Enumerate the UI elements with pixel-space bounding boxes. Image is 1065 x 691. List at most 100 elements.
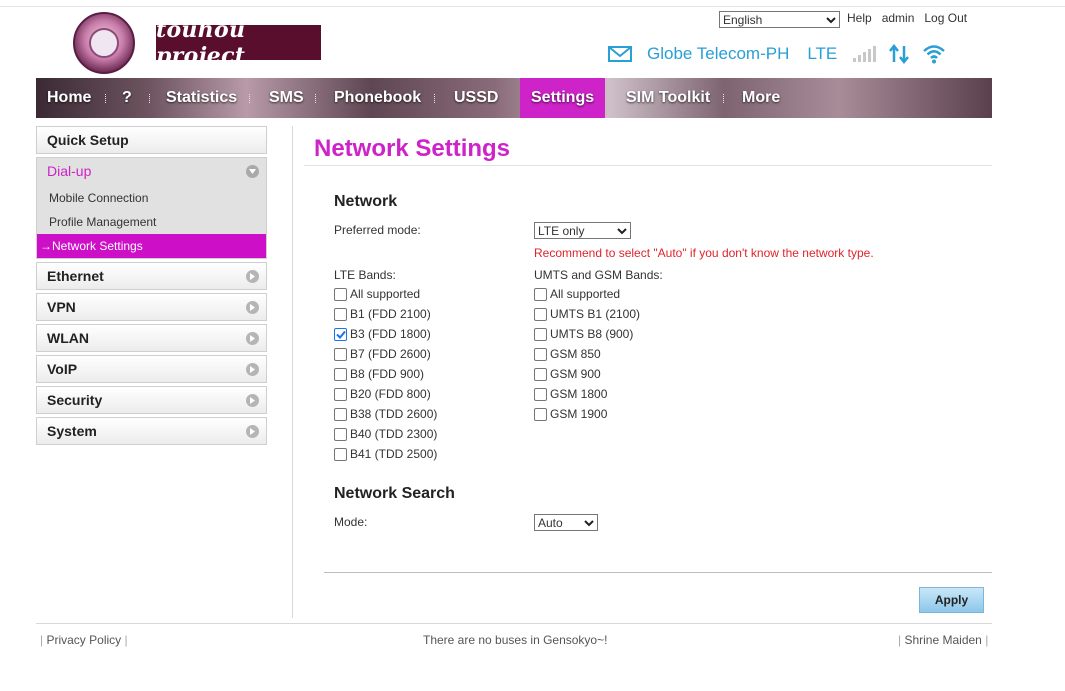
sidebar-item-quick-setup[interactable]: Quick Setup — [36, 126, 267, 154]
checkbox-label: B38 (TDD 2600) — [350, 407, 438, 421]
sidebar-sub-mobile-connection[interactable]: Mobile Connection — [37, 186, 266, 210]
umts-gsm-band-row[interactable]: UMTS B1 (2100) — [534, 306, 640, 322]
title-divider — [304, 165, 992, 166]
nav-help[interactable]: ? — [122, 78, 132, 118]
sidebar-item-voip[interactable]: VoIP — [36, 355, 267, 383]
checkbox[interactable] — [534, 407, 547, 421]
checkbox-label: GSM 850 — [550, 347, 601, 361]
checkbox-checked[interactable] — [334, 327, 347, 341]
checkbox-label: B20 (FDD 800) — [350, 387, 431, 401]
privacy-policy-link[interactable]: Privacy Policy — [46, 633, 121, 647]
sidebar-item-security[interactable]: Security — [36, 386, 267, 414]
chevron-right-icon — [246, 301, 259, 314]
nav-sms[interactable]: SMS — [269, 78, 304, 118]
footer-divider — [36, 623, 992, 624]
lte-band-row[interactable]: B8 (FDD 900) — [334, 366, 424, 382]
nav-statistics[interactable]: Statistics — [166, 78, 237, 118]
checkbox-label: GSM 900 — [550, 367, 601, 381]
nav-settings[interactable]: Settings — [520, 78, 606, 118]
language-select[interactable]: English — [719, 11, 840, 28]
checkbox[interactable] — [334, 387, 347, 401]
lte-band-row[interactable]: B7 (FDD 2600) — [334, 346, 431, 362]
lte-band-row[interactable]: B41 (TDD 2500) — [334, 446, 437, 462]
sidebar-group-dialup: Dial-up Mobile Connection Profile Manage… — [36, 157, 267, 259]
checkbox-label: All supported — [350, 287, 421, 301]
checkbox[interactable] — [334, 367, 347, 381]
nav-phonebook[interactable]: Phonebook — [334, 78, 421, 118]
chevron-down-icon — [826, 16, 836, 23]
sidebar-item-ethernet[interactable]: Ethernet — [36, 262, 267, 290]
chevron-right-icon — [246, 270, 259, 283]
mail-icon[interactable] — [608, 45, 632, 63]
checkbox[interactable] — [534, 287, 547, 301]
logo-badge — [73, 12, 135, 74]
sidebar-item-vpn[interactable]: VPN — [36, 293, 267, 321]
checkbox[interactable] — [334, 287, 347, 301]
checkbox[interactable] — [334, 427, 347, 441]
checkbox-label: B41 (TDD 2500) — [350, 447, 438, 461]
help-link[interactable]: Help — [847, 11, 872, 25]
checkbox[interactable] — [534, 367, 547, 381]
network-type: LTE — [807, 44, 838, 63]
chevron-right-icon — [246, 332, 259, 345]
chevron-down-icon — [584, 519, 594, 526]
footer-tagline: There are no buses in Gensokyo~! — [423, 633, 608, 647]
vertical-divider — [292, 126, 293, 618]
checkbox-label: GSM 1900 — [550, 407, 608, 421]
carrier-name: Globe Telecom-PH — [647, 44, 790, 63]
checkbox[interactable] — [334, 307, 347, 321]
checkbox[interactable] — [334, 407, 347, 421]
checkbox-label: GSM 1800 — [550, 387, 608, 401]
recommendation-text: Recommend to select "Auto" if you don't … — [534, 246, 874, 260]
lte-band-row[interactable]: All supported — [334, 286, 420, 302]
nav-home[interactable]: Home — [47, 78, 91, 118]
chevron-right-icon — [246, 425, 259, 438]
checkbox-label: UMTS B8 (900) — [550, 327, 634, 341]
lte-band-row[interactable]: B1 (FDD 2100) — [334, 306, 431, 322]
mode-label: Mode: — [334, 515, 368, 529]
preferred-mode-select[interactable]: LTE only — [534, 222, 631, 239]
arrow-right-icon: → — [40, 239, 52, 253]
sidebar-sub-profile-management[interactable]: Profile Management — [37, 210, 266, 234]
shrine-maiden-link[interactable]: Shrine Maiden — [904, 633, 981, 647]
lte-band-row[interactable]: B3 (FDD 1800) — [334, 326, 431, 342]
umts-gsm-band-row[interactable]: GSM 850 — [534, 346, 601, 362]
checkbox[interactable] — [334, 447, 347, 461]
main-nav: Home ? Statistics SMS Phonebook USSD Set… — [36, 78, 992, 118]
wifi-icon — [922, 44, 946, 64]
umts-gsm-band-row[interactable]: GSM 900 — [534, 366, 601, 382]
sidebar-sub-network-settings[interactable]: →Network Settings — [37, 234, 266, 258]
lte-band-row[interactable]: B20 (FDD 800) — [334, 386, 431, 402]
nav-sim-toolkit[interactable]: SIM Toolkit — [626, 78, 710, 118]
sidebar: Quick Setup Dial-up Mobile Connection Pr… — [36, 126, 267, 448]
lte-band-row[interactable]: B40 (TDD 2300) — [334, 426, 437, 442]
sidebar-item-system[interactable]: System — [36, 417, 267, 445]
network-heading: Network — [334, 193, 398, 210]
checkbox[interactable] — [534, 347, 547, 361]
nav-more[interactable]: More — [742, 78, 780, 118]
umts-gsm-bands-label: UMTS and GSM Bands: — [534, 268, 663, 282]
lte-bands-label: LTE Bands: — [334, 268, 396, 282]
checkbox[interactable] — [534, 387, 547, 401]
footer-left: | Privacy Policy | — [40, 633, 128, 647]
form-divider — [324, 572, 992, 573]
sidebar-item-dialup[interactable]: Dial-up — [37, 158, 266, 186]
page-title: Network Settings — [314, 135, 511, 162]
admin-link[interactable]: admin — [882, 11, 915, 25]
umts-gsm-band-row[interactable]: UMTS B8 (900) — [534, 326, 633, 342]
umts-gsm-band-row[interactable]: GSM 1800 — [534, 386, 607, 402]
checkbox[interactable] — [534, 327, 547, 341]
lte-band-row[interactable]: B38 (TDD 2600) — [334, 406, 437, 422]
umts-gsm-band-row[interactable]: All supported — [534, 286, 620, 302]
nav-ussd[interactable]: USSD — [454, 78, 498, 118]
umts-gsm-band-row[interactable]: GSM 1900 — [534, 406, 607, 422]
chevron-down-icon — [246, 165, 259, 178]
checkbox[interactable] — [334, 347, 347, 361]
header: touhou project English Help admin Log Ou… — [36, 0, 992, 78]
footer-right: | Shrine Maiden | — [898, 633, 989, 647]
apply-button[interactable]: Apply — [919, 587, 984, 613]
logout-link[interactable]: Log Out — [924, 11, 967, 25]
sidebar-item-wlan[interactable]: WLAN — [36, 324, 267, 352]
search-mode-select[interactable]: Auto — [534, 514, 598, 531]
checkbox[interactable] — [534, 307, 547, 321]
